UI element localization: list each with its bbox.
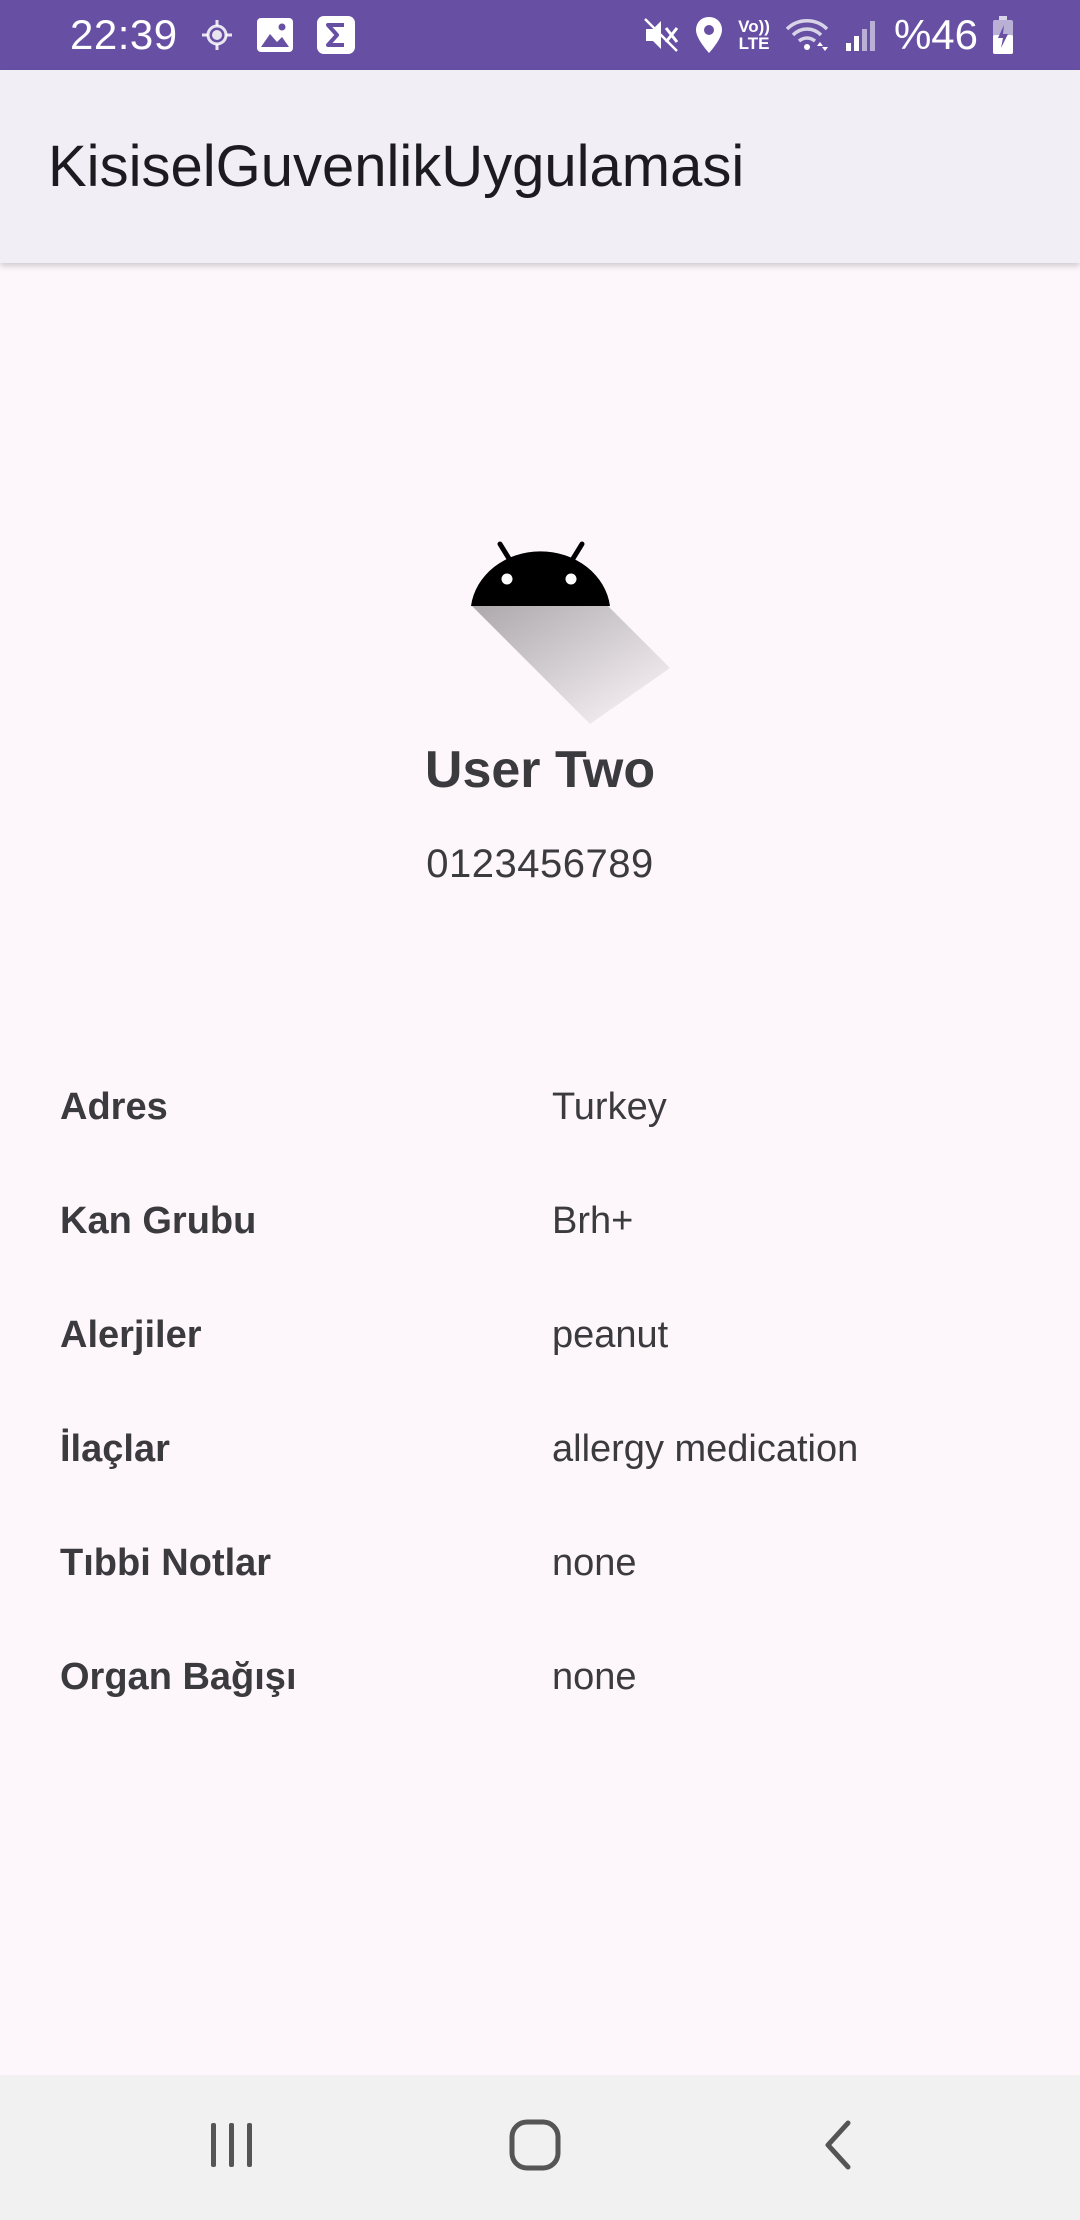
info-row-allergies: Alerjiler peanut [0, 1288, 1080, 1402]
info-label: Alerjiler [60, 1314, 202, 1356]
info-label: Adres [60, 1086, 168, 1128]
battery-charging-icon [992, 15, 1014, 55]
gallery-icon [256, 17, 294, 53]
status-bar-left: 22:39 [70, 0, 356, 70]
location-pin-icon [694, 16, 724, 54]
info-label: Tıbbi Notlar [60, 1542, 272, 1584]
status-bar-right: Vo)) LTE %46 [642, 0, 1014, 70]
info-value: Turkey [552, 1086, 667, 1128]
info-value: peanut [552, 1314, 669, 1356]
info-value: allergy medication [552, 1428, 859, 1470]
home-button[interactable] [435, 2075, 635, 2220]
back-icon [820, 2117, 856, 2178]
home-icon [507, 2117, 563, 2178]
user-name: User Two [424, 741, 656, 799]
info-row-address: Adres Turkey [0, 1060, 1080, 1174]
location-target-icon [200, 18, 234, 52]
volte-label-top: Vo)) [738, 17, 770, 36]
info-row-blood-type: Kan Grubu Brh+ [0, 1174, 1080, 1288]
app-bar: KisiselGuvenlikUygulamasi [0, 70, 1080, 263]
volte-label-bottom: LTE [738, 34, 770, 53]
mute-icon [642, 16, 680, 54]
info-value: none [552, 1542, 637, 1584]
back-button[interactable] [738, 2075, 938, 2220]
user-phone: 0123456789 [426, 842, 654, 886]
info-value: none [552, 1656, 637, 1698]
recents-button[interactable] [132, 2075, 332, 2220]
info-row-medications: İlaçlar allergy medication [0, 1402, 1080, 1516]
signal-icon [844, 17, 880, 53]
info-value: Brh+ [552, 1200, 634, 1242]
status-time: 22:39 [70, 11, 178, 58]
volte-icon: Vo)) LTE [738, 18, 770, 52]
battery-percent: %46 [893, 11, 978, 58]
info-row-organ-donation: Organ Bağışı none [0, 1630, 1080, 1744]
app-title: KisiselGuvenlikUygulamasi [48, 134, 745, 199]
info-label: İlaçlar [60, 1428, 170, 1470]
info-table: Adres Turkey Kan Grubu Brh+ Alerjiler pe… [0, 1060, 1080, 1744]
navigation-bar [0, 2075, 1080, 2220]
info-row-medical-notes: Tıbbi Notlar none [0, 1516, 1080, 1630]
info-label: Organ Bağışı [60, 1656, 297, 1698]
info-label: Kan Grubu [60, 1200, 257, 1242]
sigma-icon [316, 15, 356, 55]
recents-icon [207, 2119, 257, 2176]
android-icon [460, 512, 700, 732]
status-bar: 22:39 Vo)) LTE %46 [0, 0, 1080, 70]
wifi-icon [784, 16, 830, 54]
